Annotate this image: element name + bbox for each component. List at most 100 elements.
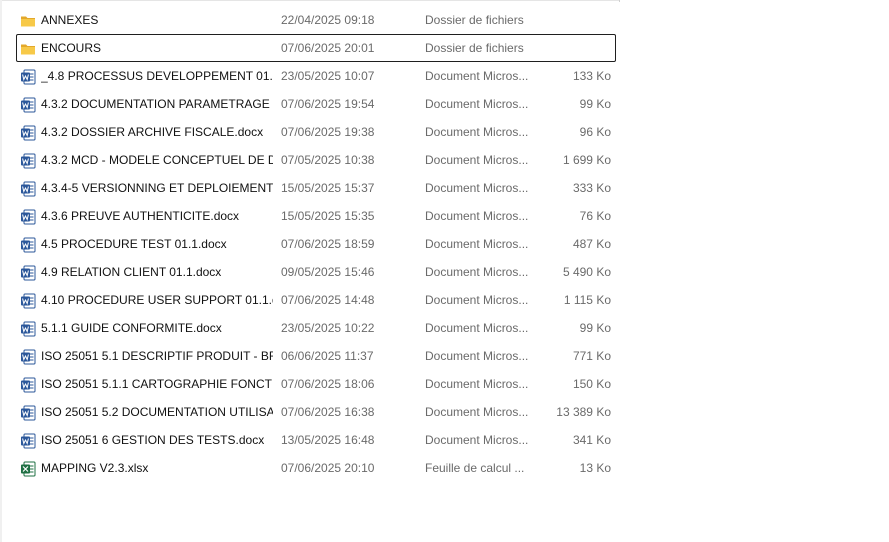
- file-row[interactable]: 4.3.2 DOCUMENTATION PARAMETRAGE ... 07/06…: [16, 90, 616, 118]
- word-document-icon: [20, 293, 36, 309]
- file-row[interactable]: _4.8 PROCESSUS DEVELOPPEMENT 01.1.... 23/…: [16, 62, 616, 90]
- file-name: ENCOURS: [41, 41, 102, 55]
- file-row[interactable]: 4.3.6 PREUVE AUTHENTICITE.docx 15/05/2025…: [16, 202, 616, 230]
- word-document-icon: [20, 433, 36, 449]
- file-name: ISO 25051 5.1 DESCRIPTIF PRODUIT - BR...: [41, 349, 273, 363]
- file-date-modified: 07/06/2025 16:38: [281, 405, 375, 419]
- file-name: 4.3.2 DOCUMENTATION PARAMETRAGE ...: [41, 97, 273, 111]
- file-size: 1 699 Ko: [562, 153, 611, 167]
- file-type: Feuille de calcul ...: [425, 461, 525, 475]
- excel-spreadsheet-icon: [20, 461, 36, 477]
- file-size: 76 Ko: [579, 209, 611, 223]
- file-row[interactable]: 5.1.1 GUIDE CONFORMITE.docx 23/05/2025 10…: [16, 314, 616, 342]
- file-size: 150 Ko: [572, 377, 611, 391]
- file-size: 13 Ko: [579, 461, 611, 475]
- file-name: _4.8 PROCESSUS DEVELOPPEMENT 01.1....: [41, 69, 273, 83]
- file-type: Document Micros...: [425, 433, 529, 447]
- file-size: 99 Ko: [579, 97, 611, 111]
- pane-left-edge: [0, 0, 2, 542]
- word-document-icon: [20, 349, 36, 365]
- file-row[interactable]: 4.5 PROCEDURE TEST 01.1.docx 07/06/2025 1…: [16, 230, 616, 258]
- file-date-modified: 07/06/2025 18:06: [281, 377, 375, 391]
- file-type: Dossier de fichiers: [425, 41, 524, 55]
- file-row[interactable]: ISO 25051 5.1.1 CARTOGRAPHIE FONCTI... 07…: [16, 370, 616, 398]
- file-name: 4.3.4-5 VERSIONNING ET DEPLOIEMENT ...: [41, 181, 273, 195]
- word-document-icon: [20, 97, 36, 113]
- word-document-icon: [20, 181, 36, 197]
- file-name: 4.5 PROCEDURE TEST 01.1.docx: [41, 237, 227, 251]
- file-type: Document Micros...: [425, 349, 529, 363]
- word-document-icon: [20, 405, 36, 421]
- file-row[interactable]: ANNEXES 22/04/2025 09:18 Dossier de fichie…: [16, 6, 616, 34]
- file-name: ISO 25051 6 GESTION DES TESTS.docx: [41, 433, 265, 447]
- file-type: Document Micros...: [425, 293, 529, 307]
- file-date-modified: 15/05/2025 15:35: [281, 209, 375, 223]
- file-row[interactable]: 4.3.2 MCD - MODELE CONCEPTUEL DE D... 07/…: [16, 146, 616, 174]
- file-row[interactable]: 4.3.2 DOSSIER ARCHIVE FISCALE.docx 07/06/…: [16, 118, 616, 146]
- file-row[interactable]: 4.9 RELATION CLIENT 01.1.docx 09/05/2025 …: [16, 258, 616, 286]
- file-size: 99 Ko: [579, 321, 611, 335]
- file-size: 341 Ko: [572, 433, 611, 447]
- file-date-modified: 07/06/2025 19:54: [281, 97, 375, 111]
- file-size: 133 Ko: [572, 69, 611, 83]
- file-size: 1 115 Ko: [563, 293, 611, 307]
- file-date-modified: 06/06/2025 11:37: [281, 349, 374, 363]
- file-type: Document Micros...: [425, 237, 529, 251]
- file-name: 5.1.1 GUIDE CONFORMITE.docx: [41, 321, 222, 335]
- file-date-modified: 22/04/2025 09:18: [281, 13, 375, 27]
- file-size: 13 389 Ko: [556, 405, 611, 419]
- file-type: Document Micros...: [425, 321, 529, 335]
- file-date-modified: 09/05/2025 15:46: [281, 265, 375, 279]
- file-date-modified: 23/05/2025 10:22: [281, 321, 375, 335]
- file-date-modified: 07/05/2025 10:38: [281, 153, 375, 167]
- file-name: ANNEXES: [41, 13, 99, 27]
- file-date-modified: 07/06/2025 18:59: [281, 237, 375, 251]
- word-document-icon: [20, 209, 36, 225]
- word-document-icon: [20, 125, 36, 141]
- file-name: 4.3.2 MCD - MODELE CONCEPTUEL DE D...: [41, 153, 273, 167]
- pane-top-edge: [2, 0, 620, 1]
- column-divider: [619, 0, 620, 2]
- file-row[interactable]: MAPPING V2.3.xlsx 07/06/2025 20:10 Feuille…: [16, 454, 616, 482]
- file-size: 333 Ko: [572, 181, 611, 195]
- file-date-modified: 07/06/2025 20:10: [281, 461, 375, 475]
- word-document-icon: [20, 153, 36, 169]
- file-type: Document Micros...: [425, 181, 529, 195]
- file-row[interactable]: 4.3.4-5 VERSIONNING ET DEPLOIEMENT ... 15…: [16, 174, 616, 202]
- file-row[interactable]: ENCOURS 07/06/2025 20:01 Dossier de fichie…: [16, 34, 616, 62]
- word-document-icon: [20, 265, 36, 281]
- word-document-icon: [20, 377, 36, 393]
- file-size: 771 Ko: [572, 349, 611, 363]
- file-row[interactable]: ISO 25051 5.1 DESCRIPTIF PRODUIT - BR...…: [16, 342, 616, 370]
- file-list: ANNEXES 22/04/2025 09:18 Dossier de fichie…: [16, 6, 616, 482]
- file-name: 4.9 RELATION CLIENT 01.1.docx: [41, 265, 222, 279]
- file-date-modified: 23/05/2025 10:07: [281, 69, 375, 83]
- folder-icon: [20, 41, 36, 57]
- file-size: 96 Ko: [579, 125, 611, 139]
- file-type: Document Micros...: [425, 69, 529, 83]
- file-type: Document Micros...: [425, 209, 529, 223]
- file-name: MAPPING V2.3.xlsx: [41, 461, 149, 475]
- file-name: 4.10 PROCEDURE USER SUPPORT 01.1.docx: [41, 293, 273, 307]
- file-row[interactable]: ISO 25051 6 GESTION DES TESTS.docx 13/05/…: [16, 426, 616, 454]
- file-row[interactable]: 4.10 PROCEDURE USER SUPPORT 01.1.docx 07/…: [16, 286, 616, 314]
- file-type: Document Micros...: [425, 377, 529, 391]
- file-date-modified: 07/06/2025 19:38: [281, 125, 375, 139]
- file-size: 487 Ko: [572, 237, 611, 251]
- file-size: 5 490 Ko: [562, 265, 611, 279]
- file-date-modified: 07/06/2025 20:01: [281, 41, 375, 55]
- file-name: ISO 25051 5.2 DOCUMENTATION UTILISA...: [41, 405, 273, 419]
- file-type: Dossier de fichiers: [425, 13, 524, 27]
- file-date-modified: 13/05/2025 16:48: [281, 433, 375, 447]
- file-type: Document Micros...: [425, 125, 529, 139]
- file-date-modified: 07/06/2025 14:48: [281, 293, 375, 307]
- folder-icon: [20, 13, 36, 29]
- file-type: Document Micros...: [425, 405, 529, 419]
- file-row[interactable]: ISO 25051 5.2 DOCUMENTATION UTILISA... 07…: [16, 398, 616, 426]
- file-name: 4.3.6 PREUVE AUTHENTICITE.docx: [41, 209, 240, 223]
- file-date-modified: 15/05/2025 15:37: [281, 181, 375, 195]
- file-type: Document Micros...: [425, 97, 529, 111]
- file-type: Document Micros...: [425, 265, 529, 279]
- file-name: ISO 25051 5.1.1 CARTOGRAPHIE FONCTI...: [41, 377, 273, 391]
- word-document-icon: [20, 237, 36, 253]
